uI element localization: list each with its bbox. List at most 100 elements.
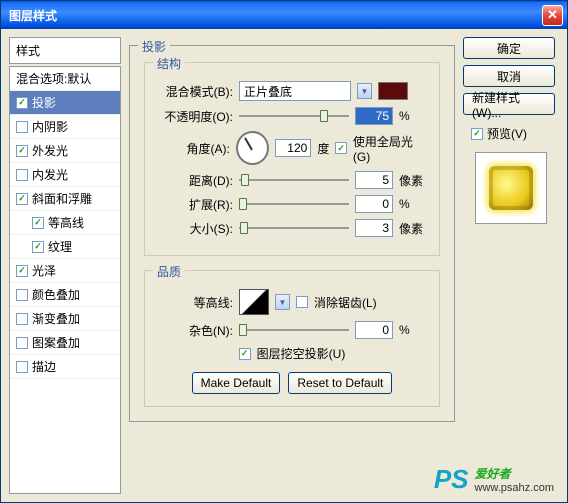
style-item[interactable]: 颜色叠加 (10, 283, 120, 307)
watermark: PS 爱好者 www.psahz.com (434, 464, 554, 495)
contour-label: 等高线: (157, 294, 233, 311)
chevron-down-icon[interactable]: ▼ (357, 83, 372, 99)
style-item-label: 等高线 (48, 214, 84, 231)
style-item-label: 光泽 (32, 262, 56, 279)
shadow-color-swatch[interactable] (378, 82, 408, 100)
group-title: 投影 (138, 38, 170, 55)
close-button[interactable]: ✕ (542, 5, 563, 26)
noise-label: 杂色(N): (157, 322, 233, 339)
style-item[interactable]: ✓ 光泽 (10, 259, 120, 283)
style-sidebar: 样式 混合选项:默认 ✓投影内阴影 ✓ 外发光内发光 ✓ 斜面和浮雕 ✓ 等高线 ✓ 纹理 ✓ 光泽颜… (9, 37, 121, 494)
drop-shadow-group: 投影 结构 混合模式(B): 正片叠底 ▼ 不透明度(O): (129, 45, 455, 422)
knockout-label: 图层挖空投影(U) (257, 345, 346, 362)
style-checkbox[interactable]: ✓ (32, 217, 44, 229)
blend-mode-combo[interactable]: 正片叠底 (239, 81, 351, 101)
angle-dial[interactable] (236, 131, 269, 165)
style-item-label: 混合选项:默认 (16, 70, 91, 87)
style-checkbox[interactable] (16, 289, 28, 301)
cancel-button[interactable]: 取消 (463, 65, 555, 87)
style-item[interactable]: ✓ 斜面和浮雕 (10, 187, 120, 211)
size-slider[interactable] (239, 219, 349, 237)
angle-input[interactable]: 120 (275, 139, 312, 157)
style-item-label: 渐变叠加 (32, 310, 80, 327)
style-checkbox[interactable] (16, 361, 28, 373)
distance-slider[interactable] (239, 171, 349, 189)
structure-title: 结构 (153, 55, 185, 72)
noise-unit: % (399, 323, 427, 337)
watermark-ps: PS (434, 464, 469, 495)
style-checkbox[interactable] (16, 313, 28, 325)
quality-group: 品质 等高线: ▼ 消除锯齿(L) 杂色(N): 0 % (144, 270, 440, 407)
global-light-checkbox[interactable]: ✓ (335, 142, 347, 154)
style-item[interactable]: 描边 (10, 355, 120, 379)
preview-swatch (489, 166, 533, 210)
style-checkbox[interactable]: ✓ (16, 265, 28, 277)
quality-title: 品质 (153, 263, 185, 280)
blend-mode-label: 混合模式(B): (157, 83, 233, 100)
style-item[interactable]: 图案叠加 (10, 331, 120, 355)
style-item-label: 内发光 (32, 166, 68, 183)
style-item-label: 纹理 (48, 238, 72, 255)
watermark-url: www.psahz.com (475, 482, 554, 494)
make-default-button[interactable]: Make Default (192, 372, 281, 394)
style-item-label: 描边 (32, 358, 56, 375)
opacity-input[interactable]: 75 (355, 107, 393, 125)
size-input[interactable]: 3 (355, 219, 393, 237)
spread-label: 扩展(R): (157, 196, 233, 213)
spread-unit: % (399, 197, 427, 211)
style-checkbox[interactable] (16, 169, 28, 181)
size-label: 大小(S): (157, 220, 233, 237)
contour-picker[interactable] (239, 289, 269, 315)
preview-checkbox[interactable]: ✓ (471, 128, 483, 140)
opacity-unit: % (399, 109, 427, 123)
titlebar[interactable]: 图层样式 ✕ (1, 1, 567, 29)
distance-unit: 像素 (399, 172, 427, 189)
chevron-down-icon[interactable]: ▼ (275, 294, 290, 310)
structure-group: 结构 混合模式(B): 正片叠底 ▼ 不透明度(O): 75 % (144, 62, 440, 256)
size-unit: 像素 (399, 220, 427, 237)
style-checkbox[interactable]: ✓ (16, 97, 28, 109)
style-item[interactable]: 内发光 (10, 163, 120, 187)
style-item-label: 颜色叠加 (32, 286, 80, 303)
reset-default-button[interactable]: Reset to Default (288, 372, 392, 394)
distance-label: 距离(D): (157, 172, 233, 189)
style-header: 样式 (9, 37, 121, 64)
global-light-label: 使用全局光(G) (353, 133, 427, 164)
spread-slider[interactable] (239, 195, 349, 213)
spread-input[interactable]: 0 (355, 195, 393, 213)
new-style-button[interactable]: 新建样式(W)... (463, 93, 555, 115)
style-item[interactable]: 渐变叠加 (10, 307, 120, 331)
style-item-label: 内阴影 (32, 118, 68, 135)
ok-button[interactable]: 确定 (463, 37, 555, 59)
antialias-checkbox[interactable] (296, 296, 308, 308)
window-title: 图层样式 (9, 7, 542, 24)
opacity-slider[interactable] (239, 107, 349, 125)
noise-input[interactable]: 0 (355, 321, 393, 339)
style-checkbox[interactable]: ✓ (16, 145, 28, 157)
preview-box (475, 152, 547, 224)
layer-style-dialog: 图层样式 ✕ 样式 混合选项:默认✓投影内阴影✓外发光内发光✓斜面和浮雕✓等高线… (0, 0, 568, 503)
style-item[interactable]: ✓投影 (10, 91, 120, 115)
style-checkbox[interactable] (16, 121, 28, 133)
opacity-label: 不透明度(O): (157, 108, 233, 125)
distance-input[interactable]: 5 (355, 171, 393, 189)
noise-slider[interactable] (239, 321, 349, 339)
style-list: 混合选项:默认 ✓投影内阴影 ✓ 外发光内发光 ✓ 斜面和浮雕 ✓ 等高线 ✓ 纹理 ✓ 光泽颜色叠加… (9, 66, 121, 494)
style-checkbox[interactable]: ✓ (16, 193, 28, 205)
style-checkbox[interactable]: ✓ (32, 241, 44, 253)
style-checkbox[interactable] (16, 337, 28, 349)
style-item[interactable]: ✓ 外发光 (10, 139, 120, 163)
antialias-label: 消除锯齿(L) (314, 294, 377, 311)
angle-label: 角度(A): (157, 140, 230, 157)
preview-label: 预览(V) (487, 125, 527, 142)
style-item[interactable]: ✓ 纹理 (10, 235, 120, 259)
style-item[interactable]: ✓ 等高线 (10, 211, 120, 235)
angle-unit: 度 (317, 140, 329, 157)
style-item[interactable]: 混合选项:默认 (10, 67, 120, 91)
settings-panel: 投影 结构 混合模式(B): 正片叠底 ▼ 不透明度(O): (129, 37, 455, 494)
style-item-label: 图案叠加 (32, 334, 80, 351)
style-item-label: 斜面和浮雕 (32, 190, 92, 207)
style-item-label: 外发光 (32, 142, 68, 159)
style-item[interactable]: 内阴影 (10, 115, 120, 139)
knockout-checkbox[interactable]: ✓ (239, 348, 251, 360)
